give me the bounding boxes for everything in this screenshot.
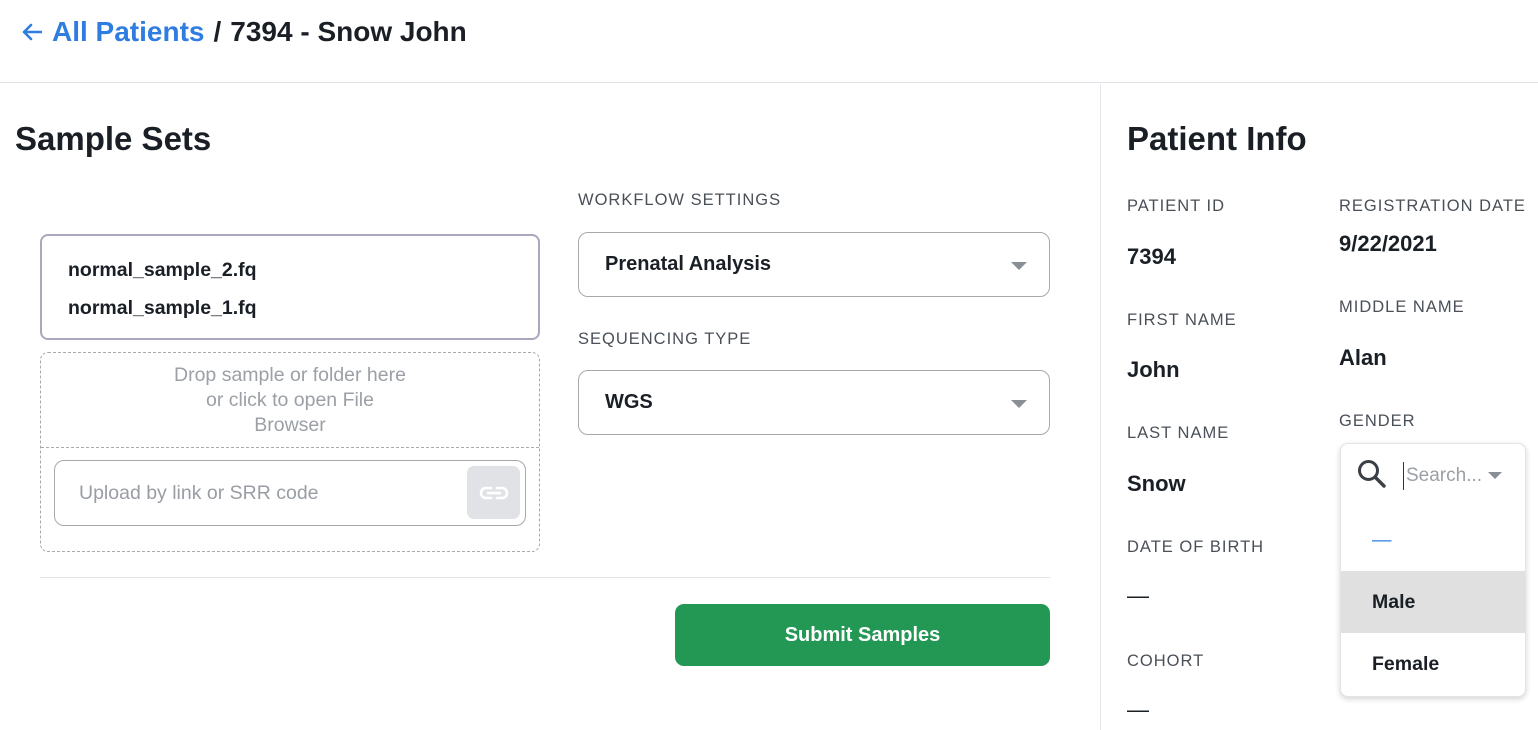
first-name-label: FIRST NAME [1127, 311, 1237, 329]
dropzone-divider [41, 447, 539, 448]
first-name-value: John [1127, 357, 1180, 382]
breadcrumb-separator: / [213, 16, 222, 47]
patient-id-value: 7394 [1127, 244, 1176, 269]
upload-dropzone[interactable]: Drop sample or folder here or click to o… [40, 352, 540, 552]
gender-option-male[interactable]: Male [1341, 571, 1525, 633]
search-icon [1358, 460, 1386, 488]
upload-link-field[interactable] [54, 460, 526, 526]
gender-search-input[interactable] [1403, 462, 1493, 490]
file-item[interactable]: normal_sample_2.fq [68, 256, 512, 294]
sequencing-type-value: WGS [605, 391, 653, 413]
gender-option-female[interactable]: Female [1341, 633, 1525, 695]
upload-link-input[interactable] [79, 477, 459, 509]
gender-label: GENDER [1339, 412, 1416, 430]
last-name-label: LAST NAME [1127, 424, 1230, 442]
workflow-value: Prenatal Analysis [605, 253, 772, 275]
file-list[interactable]: normal_sample_2.fq normal_sample_1.fq [40, 234, 540, 340]
dropzone-text[interactable]: Drop sample or folder here or click to o… [41, 363, 539, 449]
submit-samples-button[interactable]: Submit Samples [675, 604, 1050, 666]
cohort-value: — [1127, 697, 1149, 722]
cohort-label: COHORT [1127, 652, 1205, 670]
registration-date-value: 9/22/2021 [1339, 231, 1437, 256]
file-item[interactable]: normal_sample_1.fq [68, 294, 512, 332]
all-patients-link[interactable]: All Patients [22, 16, 204, 48]
sequencing-type-label: SEQUENCING TYPE [578, 330, 752, 348]
workflow-select[interactable]: Prenatal Analysis [578, 232, 1050, 297]
current-patient-title: 7394 - Snow John [230, 16, 467, 47]
gender-dropdown[interactable]: — Male Female [1340, 443, 1526, 697]
all-patients-label[interactable]: All Patients [52, 16, 204, 48]
last-name-value: Snow [1127, 471, 1186, 496]
workflow-settings-label: WORKFLOW SETTINGS [578, 191, 782, 209]
sample-sets-title: Sample Sets [15, 120, 212, 157]
section-divider [40, 577, 1050, 578]
chevron-down-icon [1488, 472, 1502, 479]
gender-option-none[interactable]: — [1341, 509, 1525, 571]
panel-divider [1100, 84, 1101, 730]
patient-id-label: PATIENT ID [1127, 197, 1226, 215]
upload-link-button[interactable] [467, 466, 520, 519]
header-bar: All Patients / 7394 - Snow John [0, 0, 1538, 83]
middle-name-label: MIDDLE NAME [1339, 298, 1465, 316]
middle-name-value: Alan [1339, 345, 1387, 370]
chevron-down-icon [1011, 262, 1027, 270]
patient-info-title: Patient Info [1127, 120, 1307, 157]
gender-search-row[interactable] [1341, 444, 1525, 506]
arrow-left-icon [22, 23, 42, 41]
registration-date-label: REGISTRATION DATE [1339, 197, 1526, 215]
chevron-down-icon [1011, 400, 1027, 408]
link-icon [479, 486, 508, 499]
breadcrumb: All Patients / 7394 - Snow John [22, 14, 467, 50]
date-of-birth-value: — [1127, 583, 1149, 608]
date-of-birth-label: DATE OF BIRTH [1127, 538, 1265, 556]
sequencing-type-select[interactable]: WGS [578, 370, 1050, 435]
